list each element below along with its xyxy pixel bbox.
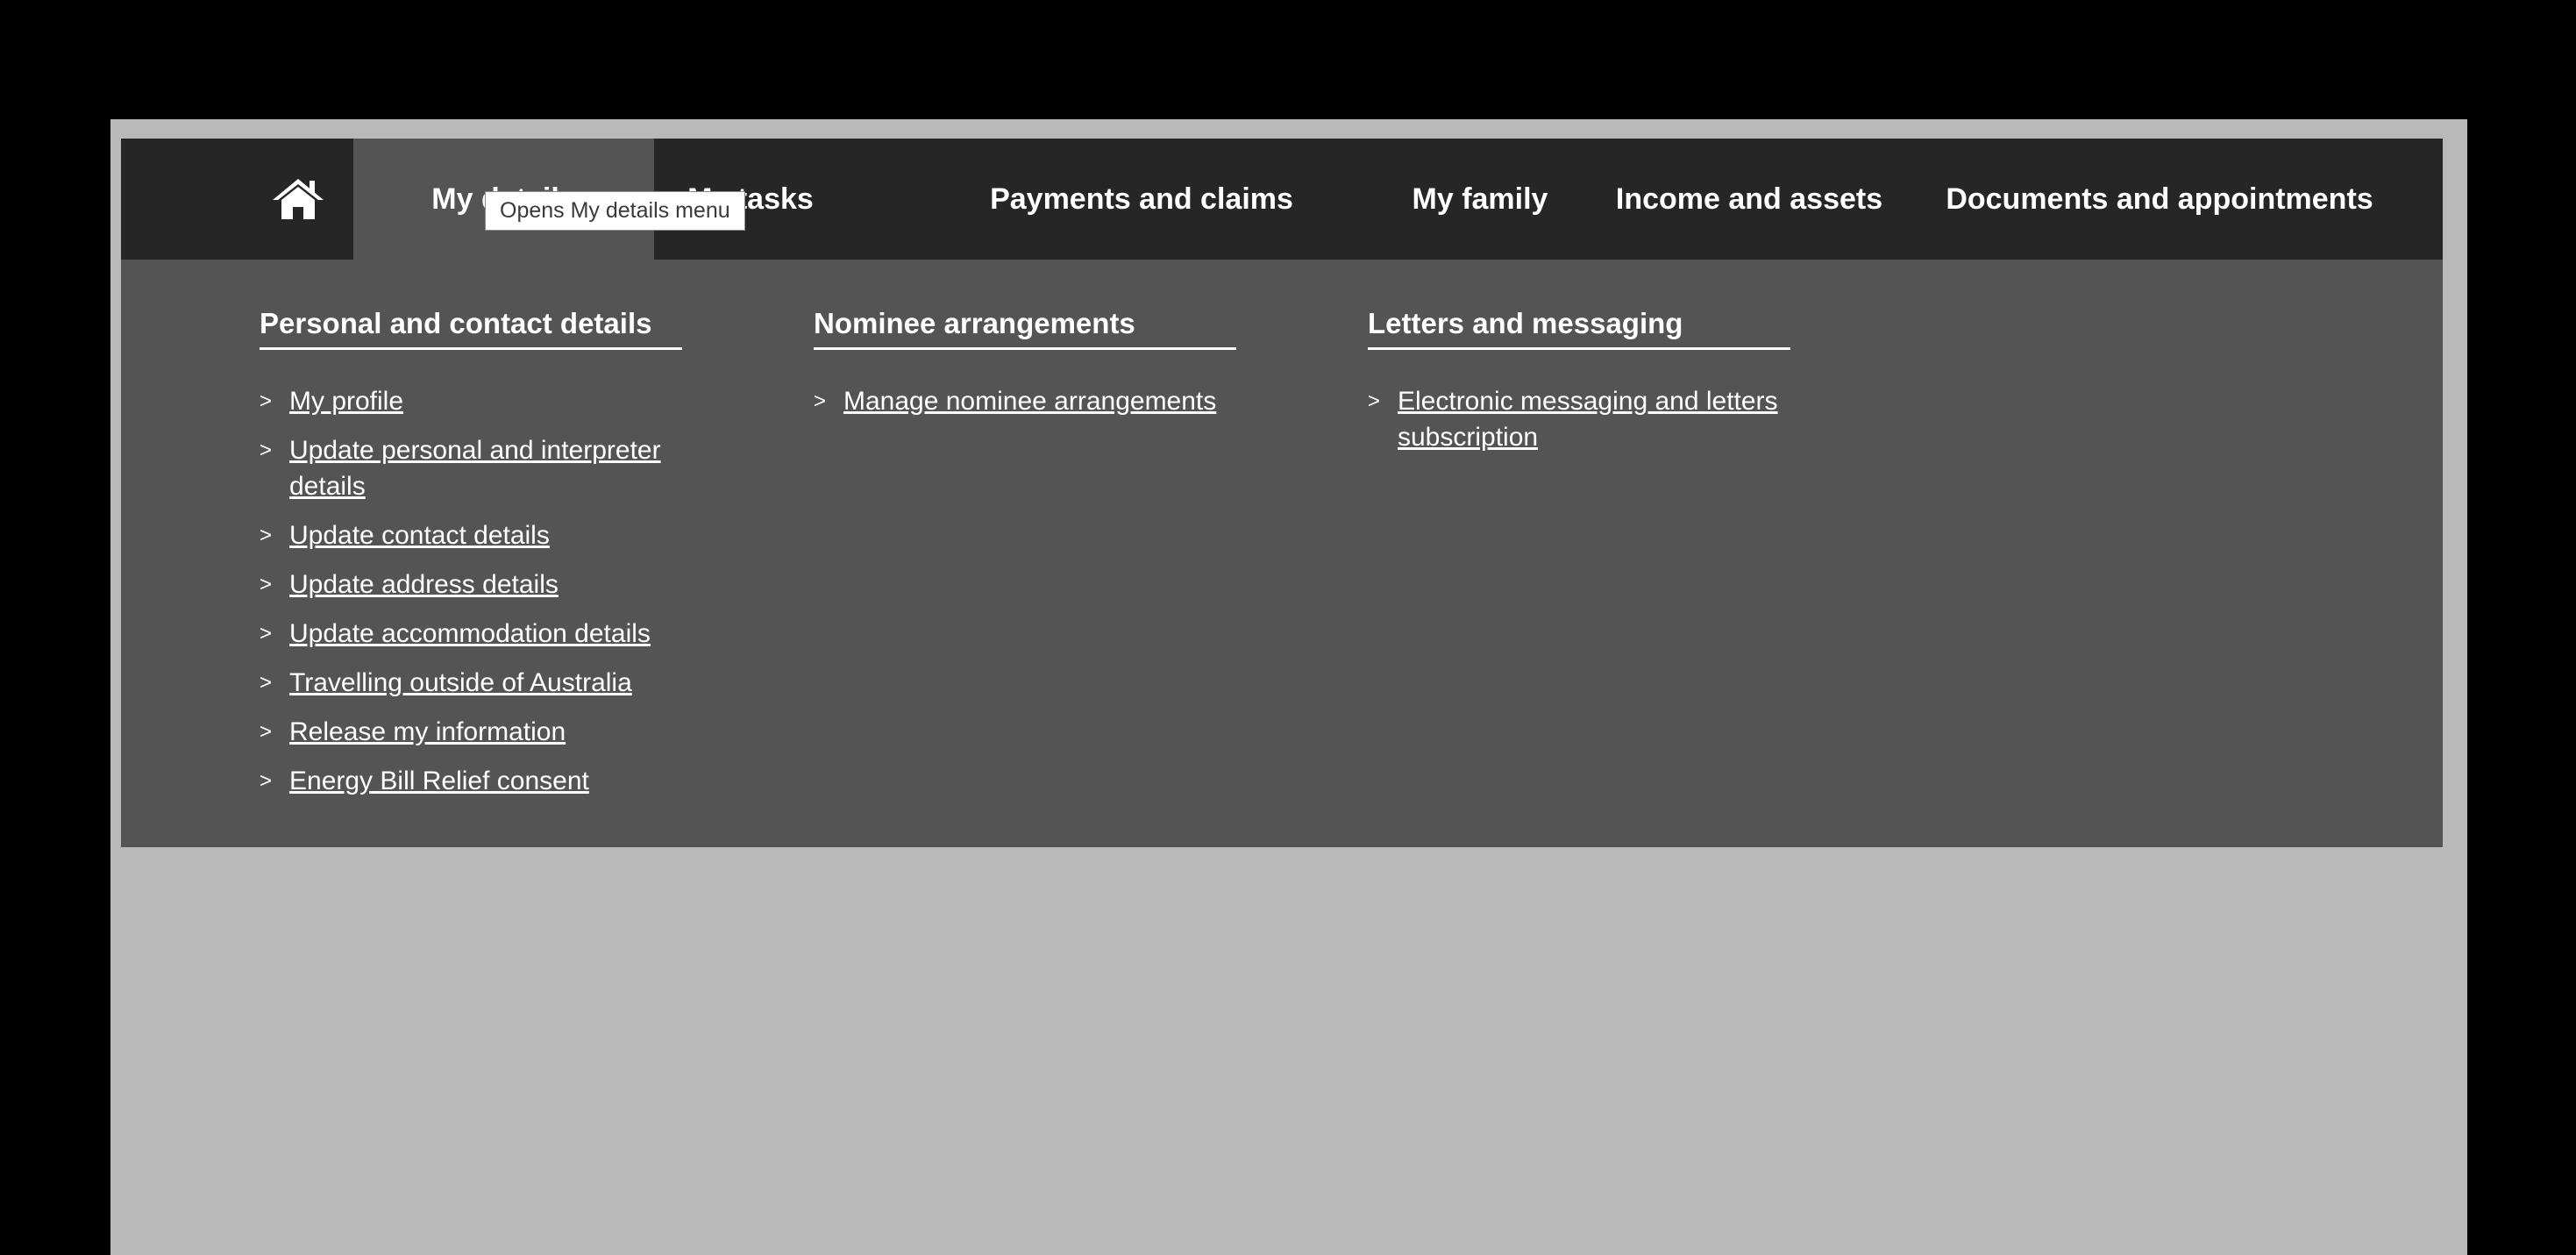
arrow-icon: > bbox=[260, 389, 273, 413]
list-item: > Energy Bill Relief consent bbox=[260, 763, 682, 799]
link-update-address-details[interactable]: Update address details bbox=[289, 570, 559, 599]
link-release-my-information[interactable]: Release my information bbox=[289, 717, 566, 746]
nav-income-and-assets[interactable]: Income and assets bbox=[1602, 139, 1896, 260]
nav-payments-and-claims[interactable]: Payments and claims bbox=[966, 139, 1317, 260]
link-list: > Electronic messaging and letters subscr… bbox=[1368, 383, 1790, 455]
home-button[interactable] bbox=[254, 139, 342, 260]
my-details-dropdown-menu: Personal and contact details > My profile… bbox=[121, 260, 2443, 847]
nav-my-family[interactable]: My family bbox=[1366, 139, 1594, 260]
list-item: > Update contact details bbox=[260, 517, 682, 553]
arrow-icon: > bbox=[814, 389, 827, 413]
list-item: > Release my information bbox=[260, 714, 682, 750]
column-heading: Nominee arrangements bbox=[814, 307, 1236, 350]
arrow-icon: > bbox=[260, 439, 273, 462]
tooltip: Opens My details menu bbox=[485, 191, 745, 231]
arrow-icon: > bbox=[260, 524, 273, 547]
browser-viewport: My details My tasks Payments and claims … bbox=[110, 119, 2467, 1255]
list-item: > Update accommodation details bbox=[260, 616, 682, 652]
link-update-contact-details[interactable]: Update contact details bbox=[289, 521, 550, 550]
menu-column-letters: Letters and messaging > Electronic messag… bbox=[1368, 307, 1790, 468]
arrow-icon: > bbox=[260, 671, 273, 695]
link-electronic-messaging-subscription[interactable]: Electronic messaging and letters subscri… bbox=[1398, 387, 1778, 452]
menu-column-personal: Personal and contact details > My profile… bbox=[260, 307, 682, 812]
device-frame: My details My tasks Payments and claims … bbox=[0, 0, 2576, 1255]
link-energy-bill-relief-consent[interactable]: Energy Bill Relief consent bbox=[289, 767, 589, 795]
main-navigation: My details My tasks Payments and claims … bbox=[121, 139, 2443, 847]
column-heading: Letters and messaging bbox=[1368, 307, 1790, 350]
list-item: > Update address details bbox=[260, 567, 682, 603]
menu-column-nominee: Nominee arrangements > Manage nominee arr… bbox=[814, 307, 1236, 432]
nav-income-label: Income and assets bbox=[1615, 182, 1883, 216]
list-item: > Update personal and interpreter details bbox=[260, 432, 682, 504]
list-item: > My profile bbox=[260, 383, 682, 419]
nav-my-family-label: My family bbox=[1412, 182, 1548, 216]
arrow-icon: > bbox=[1368, 389, 1381, 413]
arrow-icon: > bbox=[260, 769, 273, 793]
home-icon bbox=[273, 179, 324, 219]
link-travelling-outside-australia[interactable]: Travelling outside of Australia bbox=[289, 668, 632, 697]
link-my-profile[interactable]: My profile bbox=[289, 387, 403, 416]
arrow-icon: > bbox=[260, 720, 273, 744]
link-update-personal-details[interactable]: Update personal and interpreter details bbox=[289, 436, 661, 501]
link-list: > Manage nominee arrangements bbox=[814, 383, 1236, 419]
arrow-icon: > bbox=[260, 622, 273, 645]
list-item: > Manage nominee arrangements bbox=[814, 383, 1236, 419]
link-update-accommodation-details[interactable]: Update accommodation details bbox=[289, 619, 651, 648]
arrow-icon: > bbox=[260, 573, 273, 596]
column-heading: Personal and contact details bbox=[260, 307, 682, 350]
top-nav-bar: My details My tasks Payments and claims … bbox=[121, 139, 2443, 260]
link-manage-nominee-arrangements[interactable]: Manage nominee arrangements bbox=[843, 387, 1216, 416]
list-item: > Travelling outside of Australia bbox=[260, 665, 682, 701]
link-list: > My profile > Update personal and interpr… bbox=[260, 383, 682, 799]
nav-documents-and-appointments[interactable]: Documents and appointments bbox=[1927, 139, 2392, 260]
list-item: > Electronic messaging and letters subscr… bbox=[1368, 383, 1790, 455]
nav-payments-label: Payments and claims bbox=[990, 182, 1293, 216]
nav-documents-label: Documents and appointments bbox=[1946, 182, 2373, 216]
